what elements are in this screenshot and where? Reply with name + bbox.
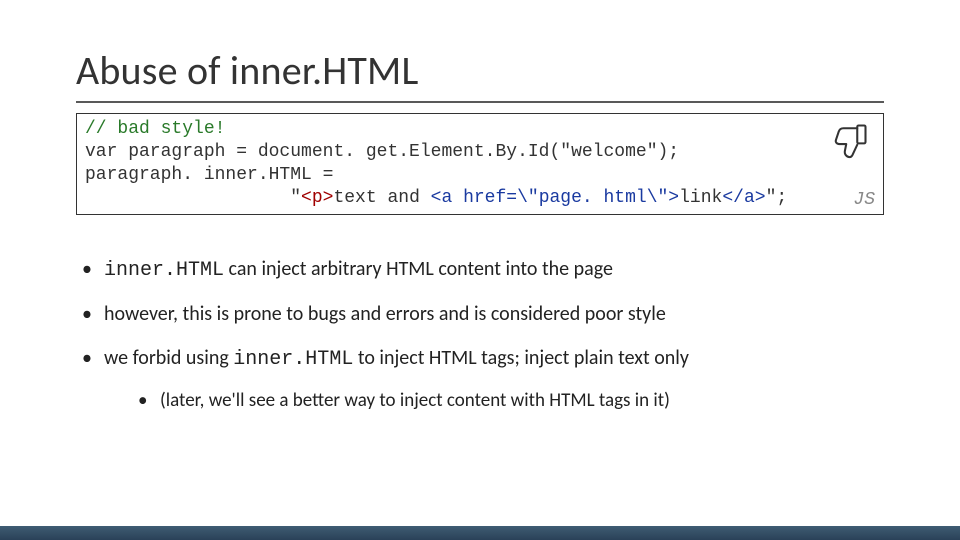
- code-line-3: paragraph. inner.HTML =: [85, 165, 333, 185]
- code-line-4-mid1: text and: [333, 188, 430, 208]
- bullet-2-text: however, this is prone to bugs and error…: [104, 302, 666, 326]
- code-comment: // bad style!: [85, 119, 225, 139]
- bullet-3-after: to inject HTML tags; inject plain text o…: [353, 346, 689, 370]
- bullet-2: however, this is prone to bugs and error…: [76, 302, 884, 326]
- bullet-1-code: inner.HTML: [104, 259, 224, 282]
- title-underline: [76, 101, 884, 103]
- bullet-3-sub: (later, we'll see a better way to inject…: [104, 389, 884, 412]
- slide-title: Abuse of inner.HTML: [76, 46, 884, 95]
- code-line-4-tail: ";: [766, 188, 788, 208]
- code-tag-a-close: </a>: [722, 188, 765, 208]
- thumbs-down-icon: [827, 120, 871, 169]
- bullet-3: we forbid using inner.HTML to inject HTM…: [76, 346, 884, 412]
- code-line-4-indent: ": [85, 188, 301, 208]
- code-line-2: var paragraph = document. get.Element.By…: [85, 142, 679, 162]
- code-tag-p-open: <p>: [301, 188, 333, 208]
- slide: Abuse of inner.HTML // bad style! var pa…: [0, 0, 960, 540]
- language-badge: JS: [853, 190, 875, 210]
- bullet-3-code: inner.HTML: [233, 348, 353, 371]
- code-content: // bad style! var paragraph = document. …: [85, 118, 875, 210]
- bullet-3-before: we forbid using: [104, 346, 233, 370]
- bullet-list: inner.HTML can inject arbitrary HTML con…: [76, 257, 884, 412]
- footer-accent-bar: [0, 526, 960, 540]
- code-tag-a-open: <a href=\"page. html\">: [431, 188, 679, 208]
- bullet-1: inner.HTML can inject arbitrary HTML con…: [76, 257, 884, 282]
- code-box: // bad style! var paragraph = document. …: [76, 113, 884, 215]
- code-line-4-mid2: link: [679, 188, 722, 208]
- bullet-3-sub-text: (later, we'll see a better way to inject…: [160, 389, 670, 412]
- bullet-1-text: can inject arbitrary HTML content into t…: [224, 257, 613, 281]
